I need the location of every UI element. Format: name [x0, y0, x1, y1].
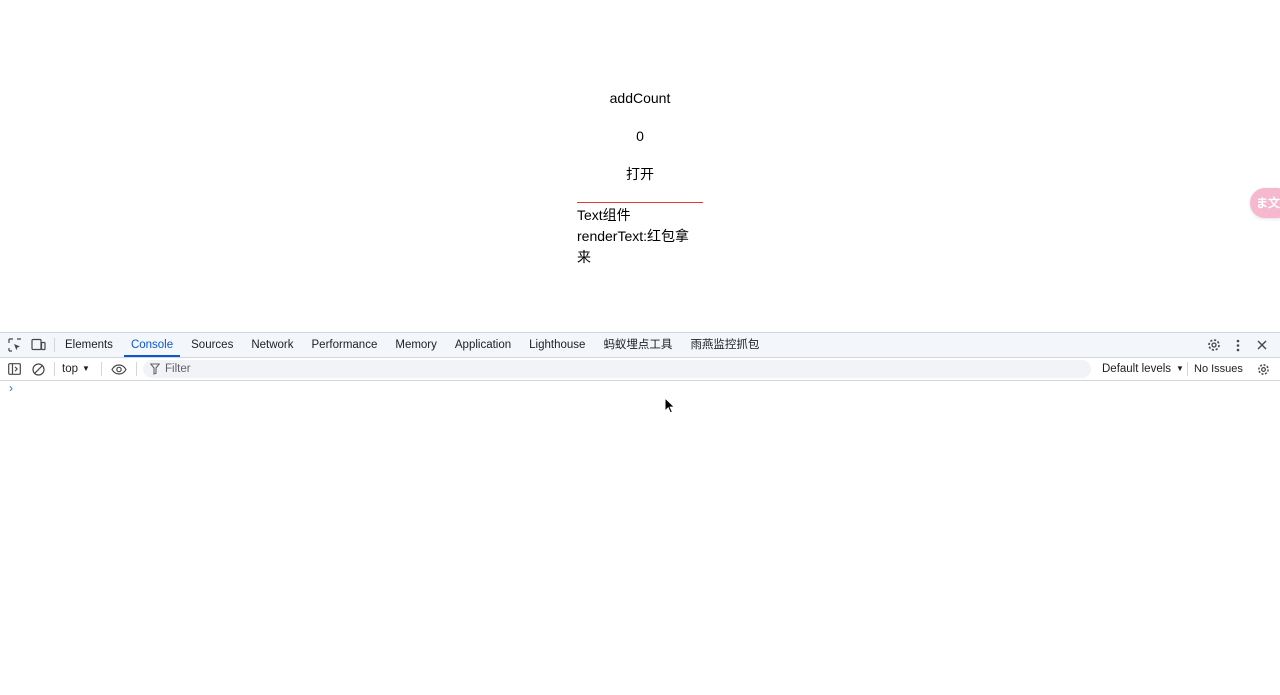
tab-application[interactable]: Application	[446, 333, 520, 357]
dropdown-caret-icon: ▼	[82, 364, 90, 373]
text-component: Text组件 renderText:红包拿来	[577, 202, 703, 268]
toolbar-divider	[54, 338, 55, 352]
tab-sources[interactable]: Sources	[182, 333, 242, 357]
tab-elements[interactable]: Elements	[56, 333, 122, 357]
render-text-line: renderText:红包拿来	[577, 228, 690, 265]
translate-extension-button[interactable]: ま文	[1250, 188, 1280, 218]
translate-icon: ま文	[1256, 196, 1280, 210]
close-icon[interactable]	[1250, 333, 1274, 357]
show-sidebar-icon[interactable]	[6, 361, 22, 377]
log-levels-value: Default levels	[1102, 363, 1172, 375]
console-filter	[143, 360, 1091, 378]
mouse-pointer-icon	[664, 396, 676, 414]
tab-ant-tracking-tool[interactable]: 蚂蚁埋点工具	[594, 333, 681, 357]
toolbar-divider	[54, 362, 55, 376]
toolbar-divider	[136, 362, 137, 376]
filter-funnel-icon	[149, 362, 162, 376]
tab-performance[interactable]: Performance	[303, 333, 387, 357]
device-toolbar-icon[interactable]	[30, 337, 46, 353]
page-viewport: addCount 0 打开 Text组件 renderText:红包拿来 ま文	[0, 0, 1280, 332]
console-toolbar: top ▼ Default levels ▼ No Issues	[0, 358, 1280, 381]
issues-counter[interactable]: No Issues	[1194, 358, 1243, 380]
settings-gear-icon[interactable]	[1202, 333, 1226, 357]
more-options-icon[interactable]	[1226, 333, 1250, 357]
live-expression-eye-icon[interactable]	[110, 361, 128, 377]
tab-network[interactable]: Network	[242, 333, 302, 357]
log-levels-dropdown[interactable]: Default levels ▼	[1102, 358, 1184, 380]
devtools-tabs: Elements Console Sources Network Perform…	[56, 333, 768, 357]
tab-swift-monitor-capture[interactable]: 雨燕监控抓包	[681, 333, 768, 357]
console-prompt-icon[interactable]: ›	[9, 381, 21, 395]
devtools-tabbar-actions	[1202, 333, 1274, 357]
text-component-title: Text组件	[577, 207, 631, 223]
toolbar-divider	[1187, 362, 1188, 376]
console-settings-gear-icon[interactable]	[1255, 361, 1271, 377]
tab-lighthouse[interactable]: Lighthouse	[520, 333, 594, 357]
context-value: top	[62, 363, 78, 375]
tab-memory[interactable]: Memory	[386, 333, 446, 357]
inspect-element-icon[interactable]	[7, 337, 23, 353]
context-selector[interactable]: top ▼	[62, 358, 90, 380]
count-value: 0	[636, 128, 644, 144]
devtools-tabbar: Elements Console Sources Network Perform…	[0, 333, 1280, 358]
filter-input[interactable]	[165, 360, 1065, 378]
toolbar-divider	[101, 362, 102, 376]
devtools-panel: Elements Console Sources Network Perform…	[0, 332, 1280, 695]
tab-console[interactable]: Console	[122, 333, 182, 357]
add-count-button[interactable]: addCount	[0, 89, 1280, 107]
clear-console-icon[interactable]	[30, 361, 46, 377]
dropdown-caret-icon: ▼	[1176, 364, 1184, 373]
open-button[interactable]: 打开	[0, 165, 1280, 183]
